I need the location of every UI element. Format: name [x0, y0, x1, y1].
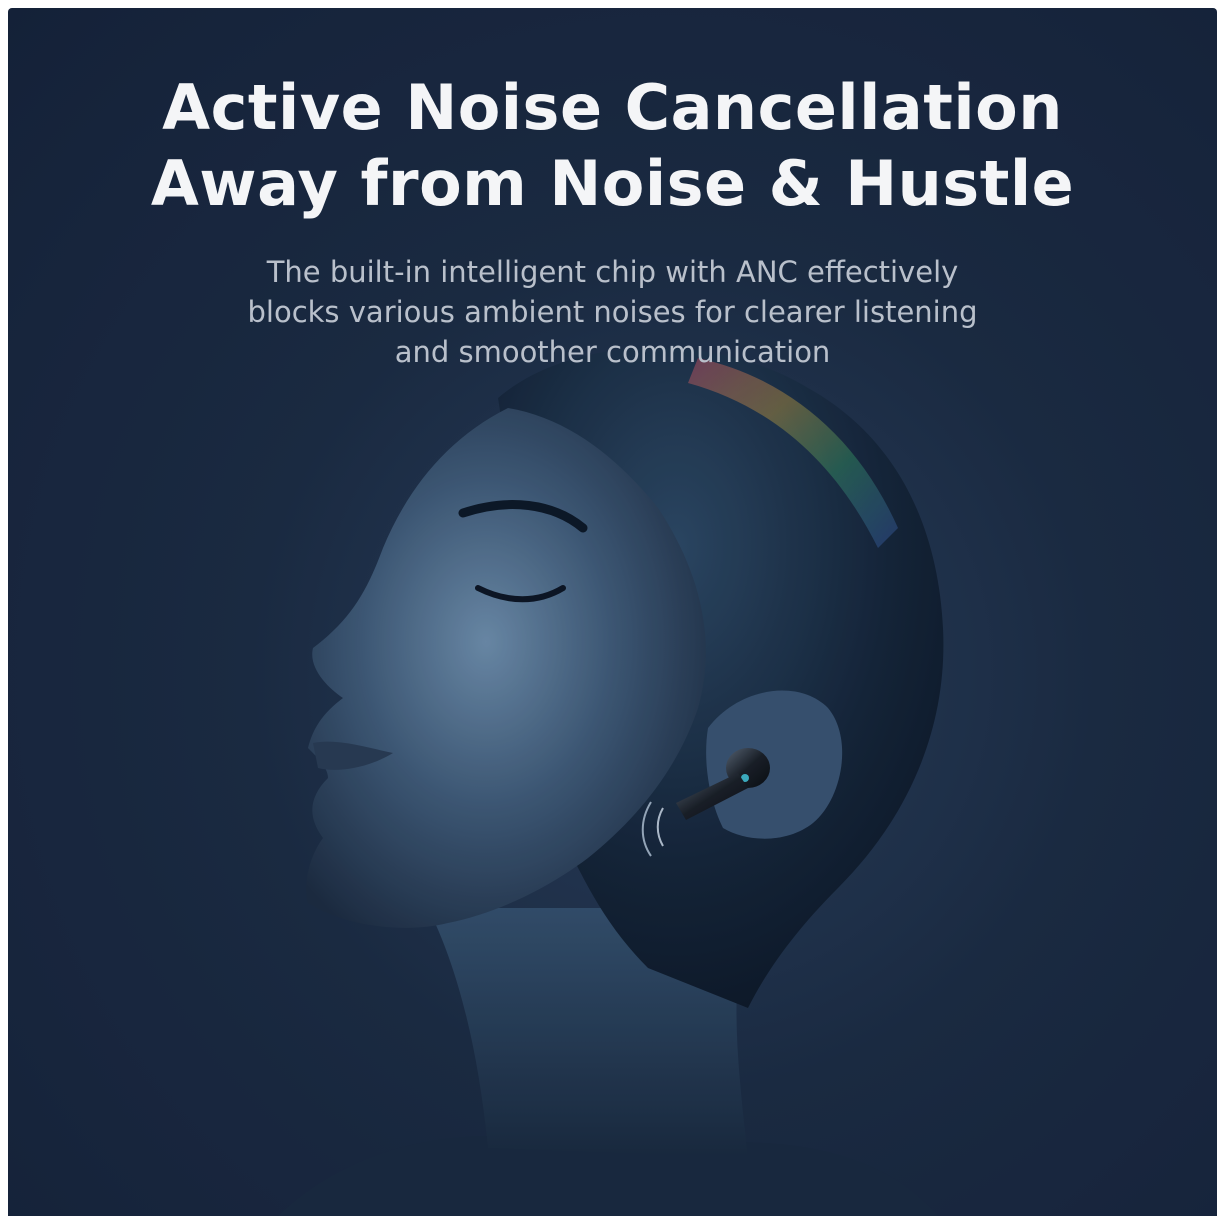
product-banner: Active Noise Cancellation Away from Nois…	[8, 8, 1217, 1216]
subtitle: The built-in intelligent chip with ANC e…	[8, 252, 1217, 372]
subtitle-line-2: blocks various ambient noises for cleare…	[247, 295, 978, 329]
subtitle-line-3: and smoother communication	[394, 335, 831, 369]
subtitle-line-1: The built-in intelligent chip with ANC e…	[266, 255, 959, 289]
headline-line-2: Away from Noise & Hustle	[150, 147, 1075, 220]
headline: Active Noise Cancellation Away from Nois…	[8, 70, 1217, 222]
headline-line-1: Active Noise Cancellation	[162, 71, 1063, 144]
